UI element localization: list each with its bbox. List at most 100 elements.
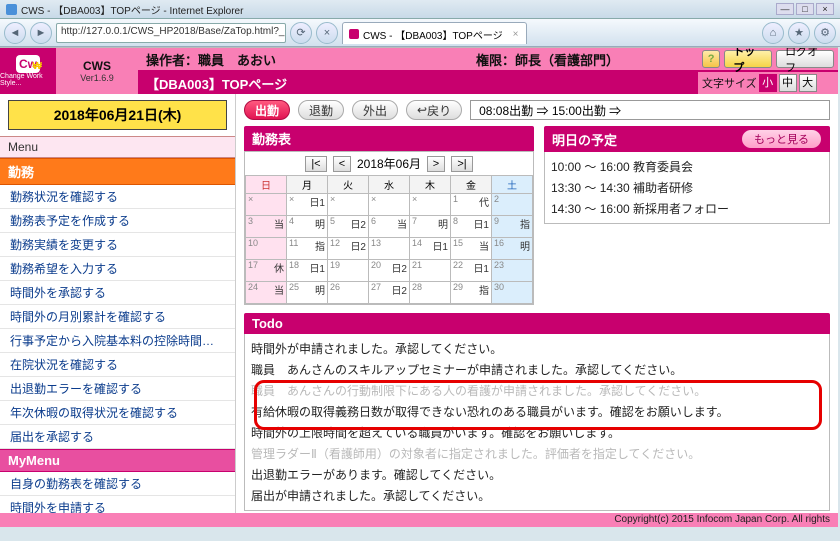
- todo-item[interactable]: 出退勤エラーがあります。確認してください。: [251, 464, 823, 485]
- sidebar-item[interactable]: 勤務希望を入力する: [0, 257, 235, 281]
- cal-cell[interactable]: ×: [410, 194, 451, 216]
- schedule-item[interactable]: 13:30 ～ 14:30 補助者研修: [551, 177, 823, 198]
- sidebar-item[interactable]: 時間外を申請する: [0, 496, 235, 513]
- cal-cell[interactable]: 10: [246, 238, 287, 260]
- cal-prev-button[interactable]: <: [333, 156, 351, 172]
- tomorrow-title-text: 明日の予定: [552, 130, 617, 149]
- cal-cell[interactable]: 29指: [451, 282, 492, 304]
- font-mid-button[interactable]: 中: [779, 74, 797, 92]
- maximize-button[interactable]: □: [796, 3, 814, 15]
- todo-item[interactable]: 職員 あんさんの行動制限下にある人の看護が申請されました。承認してください。: [251, 380, 823, 401]
- cal-cell[interactable]: 23: [492, 260, 533, 282]
- menu-header: Menu: [0, 136, 235, 158]
- sidebar-item[interactable]: 出退勤エラーを確認する: [0, 377, 235, 401]
- forward-button[interactable]: ►: [30, 22, 52, 44]
- cal-cell[interactable]: 6当: [369, 216, 410, 238]
- cal-cell[interactable]: 13: [369, 238, 410, 260]
- help-button[interactable]: ?: [702, 50, 720, 68]
- sidebar-item[interactable]: 勤務表予定を作成する: [0, 209, 235, 233]
- cal-cell[interactable]: 18日1: [287, 260, 328, 282]
- clock-out-button[interactable]: 退勤: [298, 100, 344, 120]
- sidebar-item[interactable]: 勤務状況を確認する: [0, 185, 235, 209]
- browser-toolbar: ◄ ► http://127.0.0.1/CWS_HP2018/Base/ZaT…: [0, 19, 840, 47]
- cal-cell[interactable]: ×: [369, 194, 410, 216]
- todo-title: Todo: [244, 313, 830, 334]
- go-out-button[interactable]: 外出: [352, 100, 398, 120]
- sidebar-item[interactable]: 時間外を承認する: [0, 281, 235, 305]
- cal-cell[interactable]: 30: [492, 282, 533, 304]
- top-button[interactable]: トップ: [724, 50, 772, 68]
- cal-cell[interactable]: 15当: [451, 238, 492, 260]
- cal-cell[interactable]: ×日1: [287, 194, 328, 216]
- cal-cell[interactable]: 11指: [287, 238, 328, 260]
- cal-cell[interactable]: 7明: [410, 216, 451, 238]
- cal-cell[interactable]: 16明: [492, 238, 533, 260]
- cal-last-button[interactable]: >|: [451, 156, 473, 172]
- logoff-button[interactable]: ログオフ: [776, 50, 834, 68]
- cal-cell[interactable]: 20日2: [369, 260, 410, 282]
- cal-first-button[interactable]: |<: [305, 156, 327, 172]
- cal-cell[interactable]: 24当: [246, 282, 287, 304]
- cal-cell[interactable]: 8日1: [451, 216, 492, 238]
- address-bar[interactable]: http://127.0.0.1/CWS_HP2018/Base/ZaTop.h…: [56, 23, 286, 43]
- sidebar-item[interactable]: 時間外の月別累計を確認する: [0, 305, 235, 329]
- more-button[interactable]: もっと見る: [741, 129, 822, 149]
- cal-cell[interactable]: 12日2: [328, 238, 369, 260]
- stop-button[interactable]: ×: [316, 22, 338, 44]
- dow-tue: 火: [328, 176, 369, 194]
- sidebar-item[interactable]: 年次休暇の取得状況を確認する: [0, 401, 235, 425]
- cal-cell[interactable]: ×: [328, 194, 369, 216]
- cal-cell[interactable]: 27日2: [369, 282, 410, 304]
- cal-cell[interactable]: 19: [328, 260, 369, 282]
- cal-next-button[interactable]: >: [427, 156, 445, 172]
- dow-sat: 土: [492, 176, 533, 194]
- sidebar-item[interactable]: 届出を承認する: [0, 425, 235, 449]
- cal-cell[interactable]: 9指: [492, 216, 533, 238]
- cal-cell[interactable]: 25明: [287, 282, 328, 304]
- sidebar-cat-mymenu[interactable]: MyMenu: [0, 449, 235, 472]
- cal-cell[interactable]: 4明: [287, 216, 328, 238]
- window-controls: — □ ×: [776, 3, 834, 15]
- cal-cell[interactable]: 21: [410, 260, 451, 282]
- minimize-button[interactable]: —: [776, 3, 794, 15]
- close-button[interactable]: ×: [816, 3, 834, 15]
- todo-list: 時間外が申請されました。承認してください。職員 あんさんのスキルアップセミナーが…: [244, 334, 830, 511]
- return-button[interactable]: 戻り: [406, 100, 462, 120]
- page-code: 【DBA003】TOPページ: [146, 74, 287, 93]
- system-block: CWS Ver1.6.9: [56, 48, 138, 94]
- cal-cell[interactable]: 2: [492, 194, 533, 216]
- cal-cell[interactable]: 26: [328, 282, 369, 304]
- schedule-item[interactable]: 14:30 ～ 16:00 新採用者フォロー: [551, 198, 823, 219]
- cal-cell[interactable]: 5日2: [328, 216, 369, 238]
- font-large-button[interactable]: 大: [799, 74, 817, 92]
- favorites-button[interactable]: ★: [788, 22, 810, 44]
- todo-item[interactable]: 時間外が申請されました。承認してください。: [251, 338, 823, 359]
- todo-item[interactable]: 時間外の上限時間を超えている職員がいます。確認をお願いします。: [251, 422, 823, 443]
- refresh-button[interactable]: ⟳: [290, 22, 312, 44]
- todo-item[interactable]: 管理ラダーⅡ（看護師用）の対象者に指定されました。評価者を指定してください。: [251, 443, 823, 464]
- cal-cell[interactable]: ×: [246, 194, 287, 216]
- todo-item[interactable]: 職員 あんさんのスキルアップセミナーが申請されました。承認してください。: [251, 359, 823, 380]
- todo-item[interactable]: 届出が申請されました。承認してください。: [251, 485, 823, 506]
- cal-cell[interactable]: 22日1: [451, 260, 492, 282]
- home-button[interactable]: ⌂: [762, 22, 784, 44]
- tools-button[interactable]: ⚙: [814, 22, 836, 44]
- font-small-button[interactable]: 小: [759, 74, 777, 92]
- sidebar-cat-work[interactable]: 勤務: [0, 158, 235, 185]
- tab-close-icon[interactable]: ×: [513, 29, 519, 40]
- sidebar-item[interactable]: 自身の勤務表を確認する: [0, 472, 235, 496]
- cal-cell[interactable]: 3当: [246, 216, 287, 238]
- cal-cell[interactable]: 28: [410, 282, 451, 304]
- roster-panel: 勤務表 |< < 2018年06月 > >| 日 月: [244, 126, 534, 305]
- schedule-item[interactable]: 10:00 ～ 16:00 教育委員会: [551, 156, 823, 177]
- clock-in-button[interactable]: 出勤: [244, 100, 290, 120]
- cal-cell[interactable]: 1代: [451, 194, 492, 216]
- sidebar-item[interactable]: 行事予定から入院基本料の控除時間を…: [0, 329, 235, 353]
- browser-tab[interactable]: CWS - 【DBA003】TOPページ ×: [342, 22, 527, 44]
- cal-cell[interactable]: 17休: [246, 260, 287, 282]
- cal-cell[interactable]: 14日1: [410, 238, 451, 260]
- todo-item[interactable]: 有給休暇の取得義務日数が取得できない恐れのある職員がいます。確認をお願いします。: [251, 401, 823, 422]
- sidebar-item[interactable]: 勤務実績を変更する: [0, 233, 235, 257]
- sidebar-item[interactable]: 在院状況を確認する: [0, 353, 235, 377]
- back-button[interactable]: ◄: [4, 22, 26, 44]
